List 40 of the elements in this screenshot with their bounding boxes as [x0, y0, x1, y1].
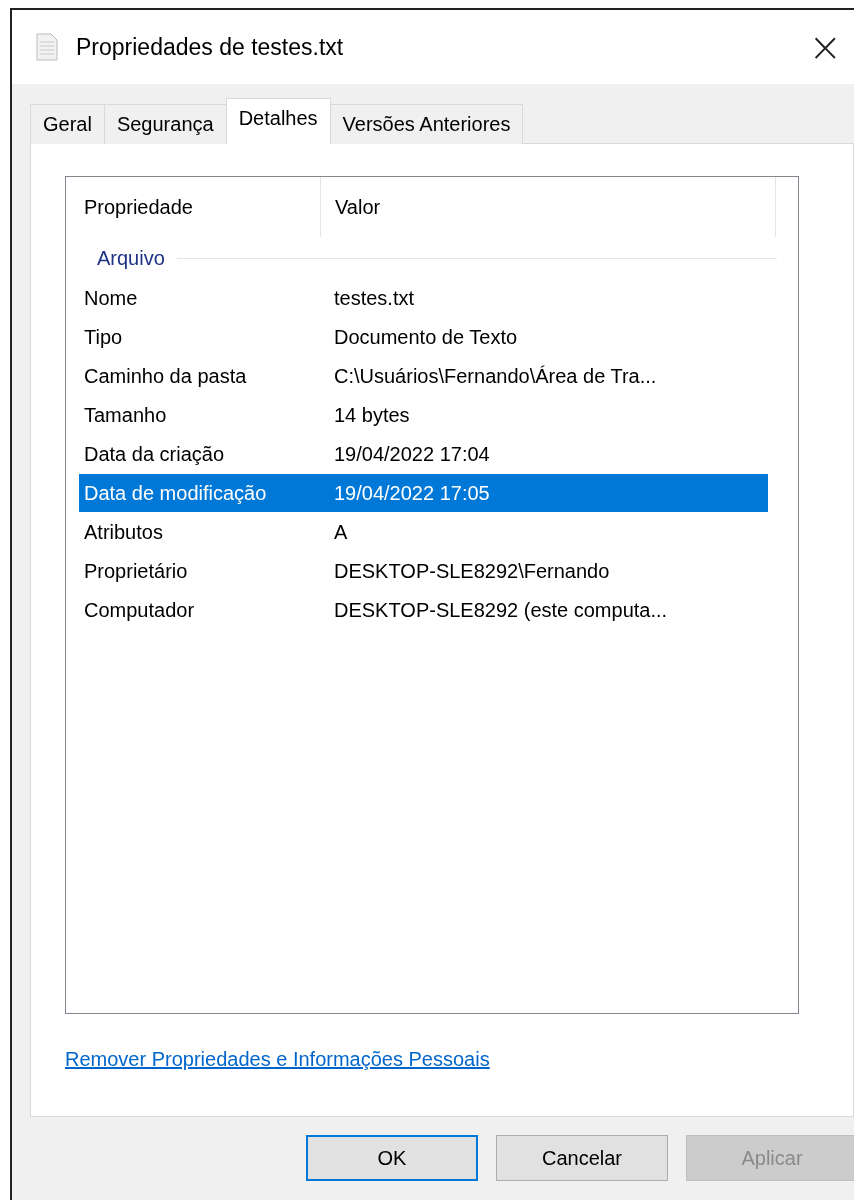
table-row[interactable]: Tamanho 14 bytes	[79, 396, 768, 434]
table-row[interactable]: Data de modificação 19/04/2022 17:05	[79, 474, 768, 512]
property-value: Documento de Texto	[333, 325, 518, 349]
table-row[interactable]: Proprietário DESKTOP-SLE8292\Fernando	[79, 552, 768, 590]
tab[interactable]: Geral	[30, 104, 105, 144]
tab[interactable]: Segurança	[103, 104, 227, 144]
property-name: Tamanho	[83, 403, 168, 427]
table-row[interactable]: Nome testes.txt	[79, 279, 768, 317]
table-row[interactable]: Tipo Documento de Texto	[79, 318, 768, 356]
property-value: A	[333, 520, 348, 544]
property-value: DESKTOP-SLE8292 (este computa...	[333, 598, 668, 622]
group-header: Arquivo	[97, 246, 165, 270]
table-row[interactable]: Atributos A	[79, 513, 768, 551]
document-icon	[36, 33, 58, 61]
column-header[interactable]: Valor	[321, 177, 776, 237]
column-header[interactable]: Propriedade	[79, 177, 321, 237]
property-value: 14 bytes	[333, 403, 410, 427]
table-row[interactable]: Data da criação 19/04/2022 17:04	[79, 435, 768, 473]
property-name: Data de modificação	[83, 481, 268, 505]
property-name: Data da criação	[83, 442, 226, 466]
table-row[interactable]: Caminho da pasta C:\Usuários\Fernando\Área de Tra...	[79, 357, 768, 395]
property-name: Tipo	[83, 325, 124, 349]
property-value: testes.txt	[333, 286, 415, 310]
property-value: 19/04/2022 17:05	[333, 481, 490, 505]
property-name: Computador	[83, 598, 196, 622]
close-button[interactable]: ×	[802, 24, 848, 70]
property-value: C:\Usuários\Fernando\Área de Tra...	[333, 364, 657, 388]
dialog-button[interactable]: OK	[306, 1135, 478, 1181]
property-value: 19/04/2022 17:04	[333, 442, 490, 466]
property-name: Atributos	[83, 520, 164, 544]
remove-properties-link[interactable]: Remover Propriedades e Informações Pessoais	[65, 1048, 490, 1071]
tab[interactable]: Detalhes	[225, 98, 331, 144]
window-title: Propriedades de testes.txt	[76, 33, 344, 61]
property-name: Nome	[83, 286, 139, 310]
table-row[interactable]: Computador DESKTOP-SLE8292 (este computa...	[79, 591, 768, 629]
dialog-button[interactable]: Cancelar	[496, 1135, 668, 1181]
property-name: Caminho da pasta	[83, 364, 248, 388]
tab[interactable]: Versões Anteriores	[329, 104, 524, 144]
property-value: DESKTOP-SLE8292\Fernando	[333, 559, 610, 583]
property-name: Proprietário	[83, 559, 189, 583]
